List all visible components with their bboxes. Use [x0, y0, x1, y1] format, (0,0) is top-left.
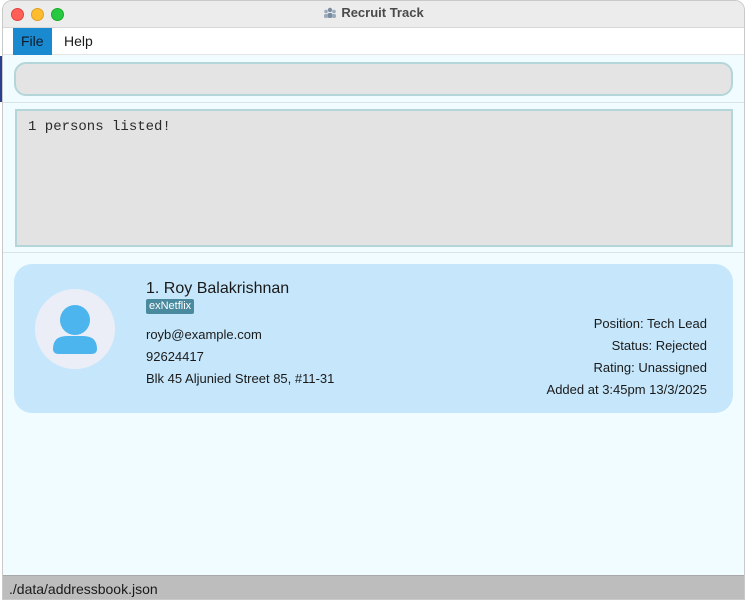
person-rating: Rating: Unassigned: [593, 360, 707, 375]
person-avatar-icon: [35, 289, 115, 369]
person-added-date: Added at 3:45pm 13/3/2025: [546, 382, 707, 397]
person-position: Position: Tech Lead: [593, 316, 707, 331]
result-display-area: 1 persons listed!: [3, 103, 744, 253]
person-list[interactable]: 1. Roy Balakrishnan exNetflix royb@examp…: [3, 253, 744, 573]
app-people-icon: [323, 7, 337, 22]
menu-help[interactable]: Help: [56, 28, 101, 55]
app-window: Recruit Track File Help 1 persons listed…: [2, 0, 745, 600]
title-bar: Recruit Track: [3, 1, 744, 28]
person-address: Blk 45 Aljunied Street 85, #11-31: [146, 371, 335, 386]
person-name: 1. Roy Balakrishnan: [146, 280, 290, 297]
window-title: Recruit Track: [341, 5, 424, 20]
person-email: royb@example.com: [146, 327, 262, 342]
menu-bar: File Help: [3, 28, 744, 55]
window-title-group: Recruit Track: [3, 5, 744, 22]
person-tag: exNetflix: [146, 299, 195, 314]
status-file-path: ./data/addressbook.json: [9, 581, 158, 597]
person-status: Status: Rejected: [611, 338, 707, 353]
result-display[interactable]: 1 persons listed!: [15, 109, 733, 247]
person-card[interactable]: 1. Roy Balakrishnan exNetflix royb@examp…: [14, 264, 733, 413]
command-box-area: [3, 56, 744, 103]
menu-file[interactable]: File: [13, 28, 52, 55]
person-phone: 92624417: [146, 349, 204, 364]
command-input[interactable]: [14, 62, 733, 96]
status-bar: ./data/addressbook.json: [3, 575, 744, 599]
